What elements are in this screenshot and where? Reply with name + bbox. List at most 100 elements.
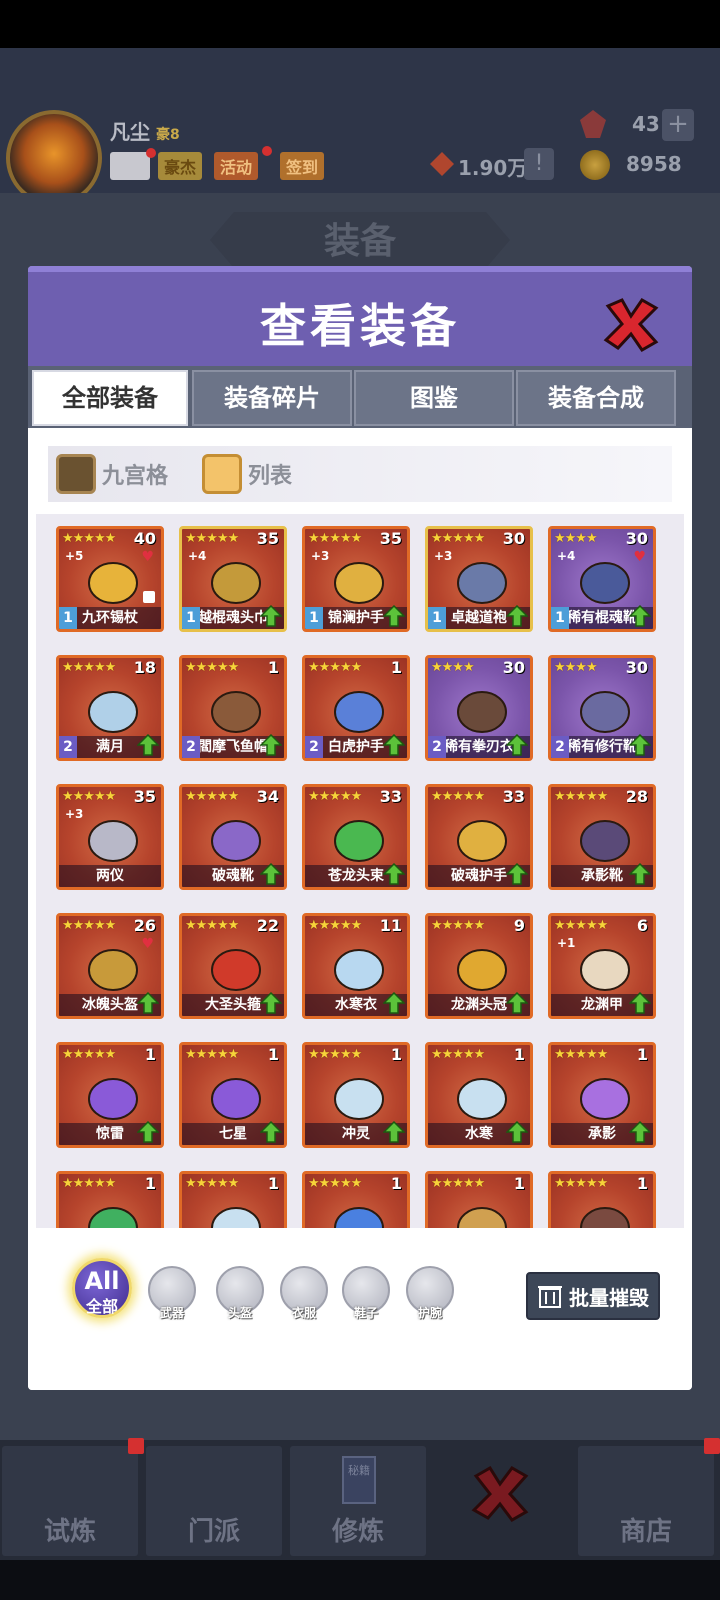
equipment-slot[interactable]: ★★★★★ 1 閻摩飞鱼帽 2 xyxy=(179,655,287,761)
star-rating: ★★★★★ xyxy=(431,531,485,546)
equipment-slot[interactable]: ★★★★ 30 +4 ♥ 稀有棍魂靴 1 xyxy=(548,526,656,632)
equipment-icon xyxy=(211,1078,261,1120)
nav-cultivate-label: 修炼 xyxy=(331,1517,384,1547)
star-rating: ★★★★★ xyxy=(554,918,608,933)
equipment-icon xyxy=(580,1207,630,1228)
equipment-slot[interactable]: ★★★★★ 28 承影靴 xyxy=(548,784,656,890)
equipment-level: 30 xyxy=(625,658,648,677)
equipment-slot[interactable]: ★★★★ 30 稀有修行靴 2 xyxy=(548,655,656,761)
tab-bar: 全部装备 装备碎片 图鉴 装备合成 xyxy=(28,366,692,428)
grid-view-button[interactable]: 九宫格 xyxy=(56,454,168,494)
filter-all-button[interactable]: All 全部 xyxy=(72,1258,132,1318)
star-rating: ★★★★★ xyxy=(308,660,362,675)
equipment-slot[interactable]: ★★★★★ 33 苍龙头束 xyxy=(302,784,410,890)
equipment-slot[interactable]: ★★★★★ 6 +1 龙渊甲 xyxy=(548,913,656,1019)
equipment-icon xyxy=(580,691,630,733)
upgrade-arrow-icon xyxy=(629,734,651,756)
enhance-level: +3 xyxy=(434,549,453,563)
filter-bar: All 全部 武器 头盔 衣服 鞋子 护腕 批量摧毁 xyxy=(28,1232,692,1390)
nav-sect[interactable]: 门派 xyxy=(146,1446,282,1556)
equipment-slot[interactable]: ★★★★★ 9 龙渊头冠 xyxy=(425,913,533,1019)
nav-close-icon[interactable] xyxy=(470,1464,530,1524)
star-rating: ★★★★★ xyxy=(308,1176,362,1191)
dialog-header: 查看装备 xyxy=(28,266,692,366)
equipment-level: 30 xyxy=(502,658,525,677)
equipment-slot[interactable]: ★★★★★ 35 +4 越棍魂头巾 1 xyxy=(179,526,287,632)
equipment-slot[interactable]: ★★★★★ 1 xyxy=(302,1171,410,1228)
grid-icon xyxy=(56,454,96,494)
equipped-slot-badge: 1 xyxy=(551,607,569,629)
star-rating: ★★★★★ xyxy=(431,918,485,933)
status-bar xyxy=(0,0,720,48)
equipment-level: 28 xyxy=(625,787,648,806)
star-rating: ★★★★★ xyxy=(62,918,116,933)
equipment-slot[interactable]: ★★★★★ 1 冲灵 xyxy=(302,1042,410,1148)
list-view-button[interactable]: 列表 xyxy=(202,454,292,494)
tab-all-equipment[interactable]: 全部装备 xyxy=(32,370,188,426)
trash-icon xyxy=(538,1286,562,1308)
equipment-icon xyxy=(457,1078,507,1120)
equipment-slot[interactable]: ★★★★★ 34 破魂靴 xyxy=(179,784,287,890)
equipment-slot[interactable]: ★★★★★ 1 七星 xyxy=(179,1042,287,1148)
equipment-slot[interactable]: ★★★★★ 1 水寒 xyxy=(425,1042,533,1148)
upgrade-arrow-icon xyxy=(506,734,528,756)
equipped-slot-badge: 2 xyxy=(551,736,569,758)
top-bar xyxy=(0,48,720,193)
equipment-slot[interactable]: ★★★★★ 11 水寒衣 xyxy=(302,913,410,1019)
equipment-slot[interactable]: ★★★★★ 1 xyxy=(425,1171,533,1228)
enhance-level: +5 xyxy=(65,549,84,563)
equipment-icon xyxy=(88,1078,138,1120)
equipment-name: 两仪 xyxy=(59,865,161,887)
equipment-slot[interactable]: ★★★★★ 1 xyxy=(56,1171,164,1228)
tab-equipment-fragments[interactable]: 装备碎片 xyxy=(192,370,352,426)
equipment-slot[interactable]: ★★★★★ 1 承影 xyxy=(548,1042,656,1148)
tab-codex[interactable]: 图鉴 xyxy=(354,370,514,426)
equipment-icon xyxy=(334,949,384,991)
close-icon[interactable] xyxy=(602,296,660,352)
equipment-slot[interactable]: ★★★★★ 1 xyxy=(179,1171,287,1228)
equipped-slot-badge: 2 xyxy=(305,736,323,758)
nav-trial[interactable]: 试炼 xyxy=(2,1446,138,1556)
enhance-level: +3 xyxy=(311,549,330,563)
star-rating: ★★★★★ xyxy=(554,1176,608,1191)
batch-destroy-button[interactable]: 批量摧毁 xyxy=(526,1272,660,1320)
star-rating: ★★★★★ xyxy=(185,918,239,933)
mail-icon[interactable] xyxy=(110,152,150,180)
tab-equipment-synthesis[interactable]: 装备合成 xyxy=(516,370,676,426)
equipment-slot[interactable]: ★★★★★ 33 破魂护手 xyxy=(425,784,533,890)
equipment-icon xyxy=(211,562,261,604)
nav-shop[interactable]: 商店 xyxy=(578,1446,714,1556)
equipment-level: 30 xyxy=(625,529,648,548)
nav-trial-dot xyxy=(128,1438,144,1454)
equipment-slot[interactable]: ★★★★★ 35 +3 锦澜护手 1 xyxy=(302,526,410,632)
event-button[interactable]: 活动 xyxy=(214,152,259,180)
equipment-slot[interactable]: ★★★★★ 26 ♥ 冰魄头盔 xyxy=(56,913,164,1019)
checkin-button[interactable]: 签到 xyxy=(280,152,325,180)
equipment-slot[interactable]: ★★★★★ 1 白虎护手 2 xyxy=(302,655,410,761)
equipment-slot[interactable]: ★★★★★ 1 惊雷 xyxy=(56,1042,164,1148)
equipped-slot-badge: 2 xyxy=(182,736,200,758)
player-avatar[interactable] xyxy=(6,110,102,206)
star-rating: ★★★★★ xyxy=(185,531,239,546)
equipment-slot[interactable]: ★★★★★ 18 满月 2 xyxy=(56,655,164,761)
power-info-button[interactable]: ! xyxy=(524,148,554,180)
equipment-icon xyxy=(88,949,138,991)
equipment-slot[interactable]: ★★★★★ 35 +3 两仪 xyxy=(56,784,164,890)
nav-cultivate[interactable]: 秘籍 修炼 xyxy=(290,1446,426,1556)
add-gems-button[interactable]: + xyxy=(662,109,694,141)
nav-sect-label: 门派 xyxy=(187,1517,240,1547)
equipment-slot[interactable]: ★★★★★ 1 xyxy=(548,1171,656,1228)
equipment-icon xyxy=(334,820,384,862)
equipment-icon xyxy=(334,1207,384,1228)
equipment-level: 11 xyxy=(379,916,402,935)
upgrade-arrow-icon xyxy=(137,1121,159,1143)
equipment-slot[interactable]: ★★★★★ 40 +5 ♥ 九环锡杖 1 xyxy=(56,526,164,632)
upgrade-arrow-icon xyxy=(383,992,405,1014)
equipment-slot[interactable]: ★★★★ 30 稀有拳刃衣 2 xyxy=(425,655,533,761)
filter-shoes-label: 鞋子 xyxy=(353,1306,378,1320)
equipment-slot[interactable]: ★★★★★ 30 +3 卓越道袍 1 xyxy=(425,526,533,632)
filter-weapon-label: 武器 xyxy=(159,1306,184,1320)
equipment-dialog: 查看装备 全部装备 装备碎片 图鉴 装备合成 九宫格 列表 ★★★★★ 40 +5 ♥… xyxy=(28,266,692,1390)
heroes-button[interactable]: 豪杰 xyxy=(158,152,203,180)
equipment-slot[interactable]: ★★★★★ 22 大圣头箍 xyxy=(179,913,287,1019)
